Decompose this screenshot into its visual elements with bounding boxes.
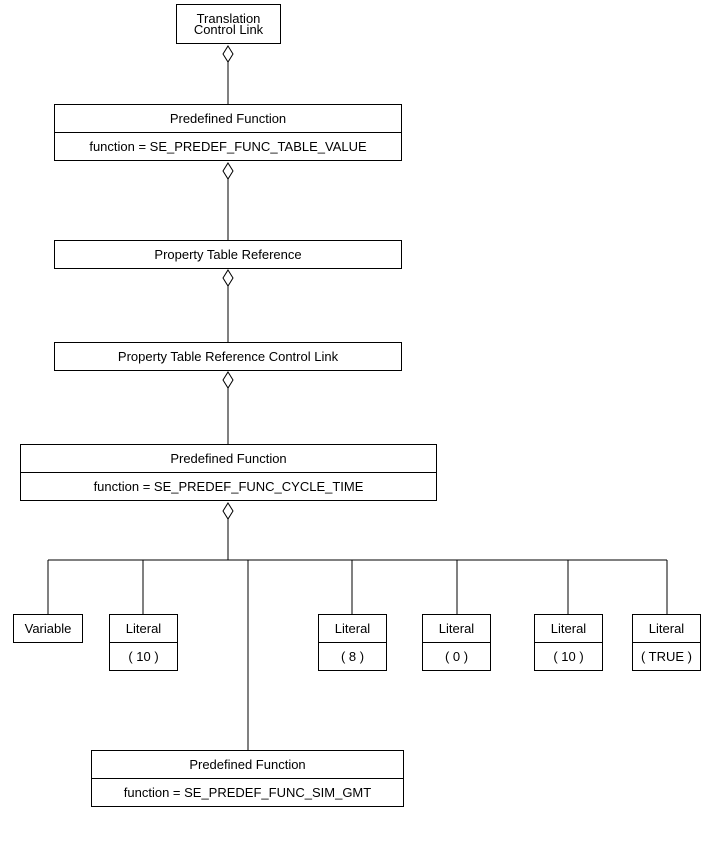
node-title: Predefined Function bbox=[55, 105, 401, 132]
edge-tcl-pf1 bbox=[223, 46, 233, 104]
node-predefined-function-sim-gmt: Predefined Function function = SE_PREDEF… bbox=[91, 750, 404, 807]
node-title: Predefined Function bbox=[92, 751, 403, 778]
node-property-table-reference: Property Table Reference bbox=[54, 240, 402, 269]
node-title: Literal bbox=[535, 615, 602, 642]
edge-ptr-ptrcl bbox=[223, 270, 233, 342]
node-title: Variable bbox=[14, 615, 82, 642]
edge-pf1-ptr bbox=[223, 163, 233, 240]
node-attr: function = SE_PREDEF_FUNC_SIM_GMT bbox=[92, 778, 403, 806]
node-literal-4: Literal ( 10 ) bbox=[534, 614, 603, 671]
node-value: ( 0 ) bbox=[423, 642, 490, 670]
node-variable: Variable bbox=[13, 614, 83, 643]
node-title: Literal bbox=[423, 615, 490, 642]
node-translation-control-link: Translation Control Link bbox=[176, 4, 281, 44]
node-attr: function = SE_PREDEF_FUNC_TABLE_VALUE bbox=[55, 132, 401, 160]
node-literal-5: Literal ( TRUE ) bbox=[632, 614, 701, 671]
node-title: Property Table Reference bbox=[55, 241, 401, 268]
node-attr: function = SE_PREDEF_FUNC_CYCLE_TIME bbox=[21, 472, 436, 500]
node-title: Property Table Reference Control Link bbox=[55, 343, 401, 370]
node-title: Predefined Function bbox=[21, 445, 436, 472]
node-title: Literal bbox=[633, 615, 700, 642]
node-value: ( 10 ) bbox=[535, 642, 602, 670]
edge-ptrcl-pf2 bbox=[223, 372, 233, 444]
node-literal-2: Literal ( 8 ) bbox=[318, 614, 387, 671]
node-title: Literal bbox=[110, 615, 177, 642]
node-property-table-reference-control-link: Property Table Reference Control Link bbox=[54, 342, 402, 371]
node-title: Literal bbox=[319, 615, 386, 642]
node-value: ( 10 ) bbox=[110, 642, 177, 670]
node-value: ( TRUE ) bbox=[633, 642, 700, 670]
node-literal-3: Literal ( 0 ) bbox=[422, 614, 491, 671]
node-literal-1: Literal ( 10 ) bbox=[109, 614, 178, 671]
node-predefined-function-cycle-time: Predefined Function function = SE_PREDEF… bbox=[20, 444, 437, 501]
node-subtitle: Control Link bbox=[177, 22, 280, 43]
node-predefined-function-table-value: Predefined Function function = SE_PREDEF… bbox=[54, 104, 402, 161]
node-value: ( 8 ) bbox=[319, 642, 386, 670]
